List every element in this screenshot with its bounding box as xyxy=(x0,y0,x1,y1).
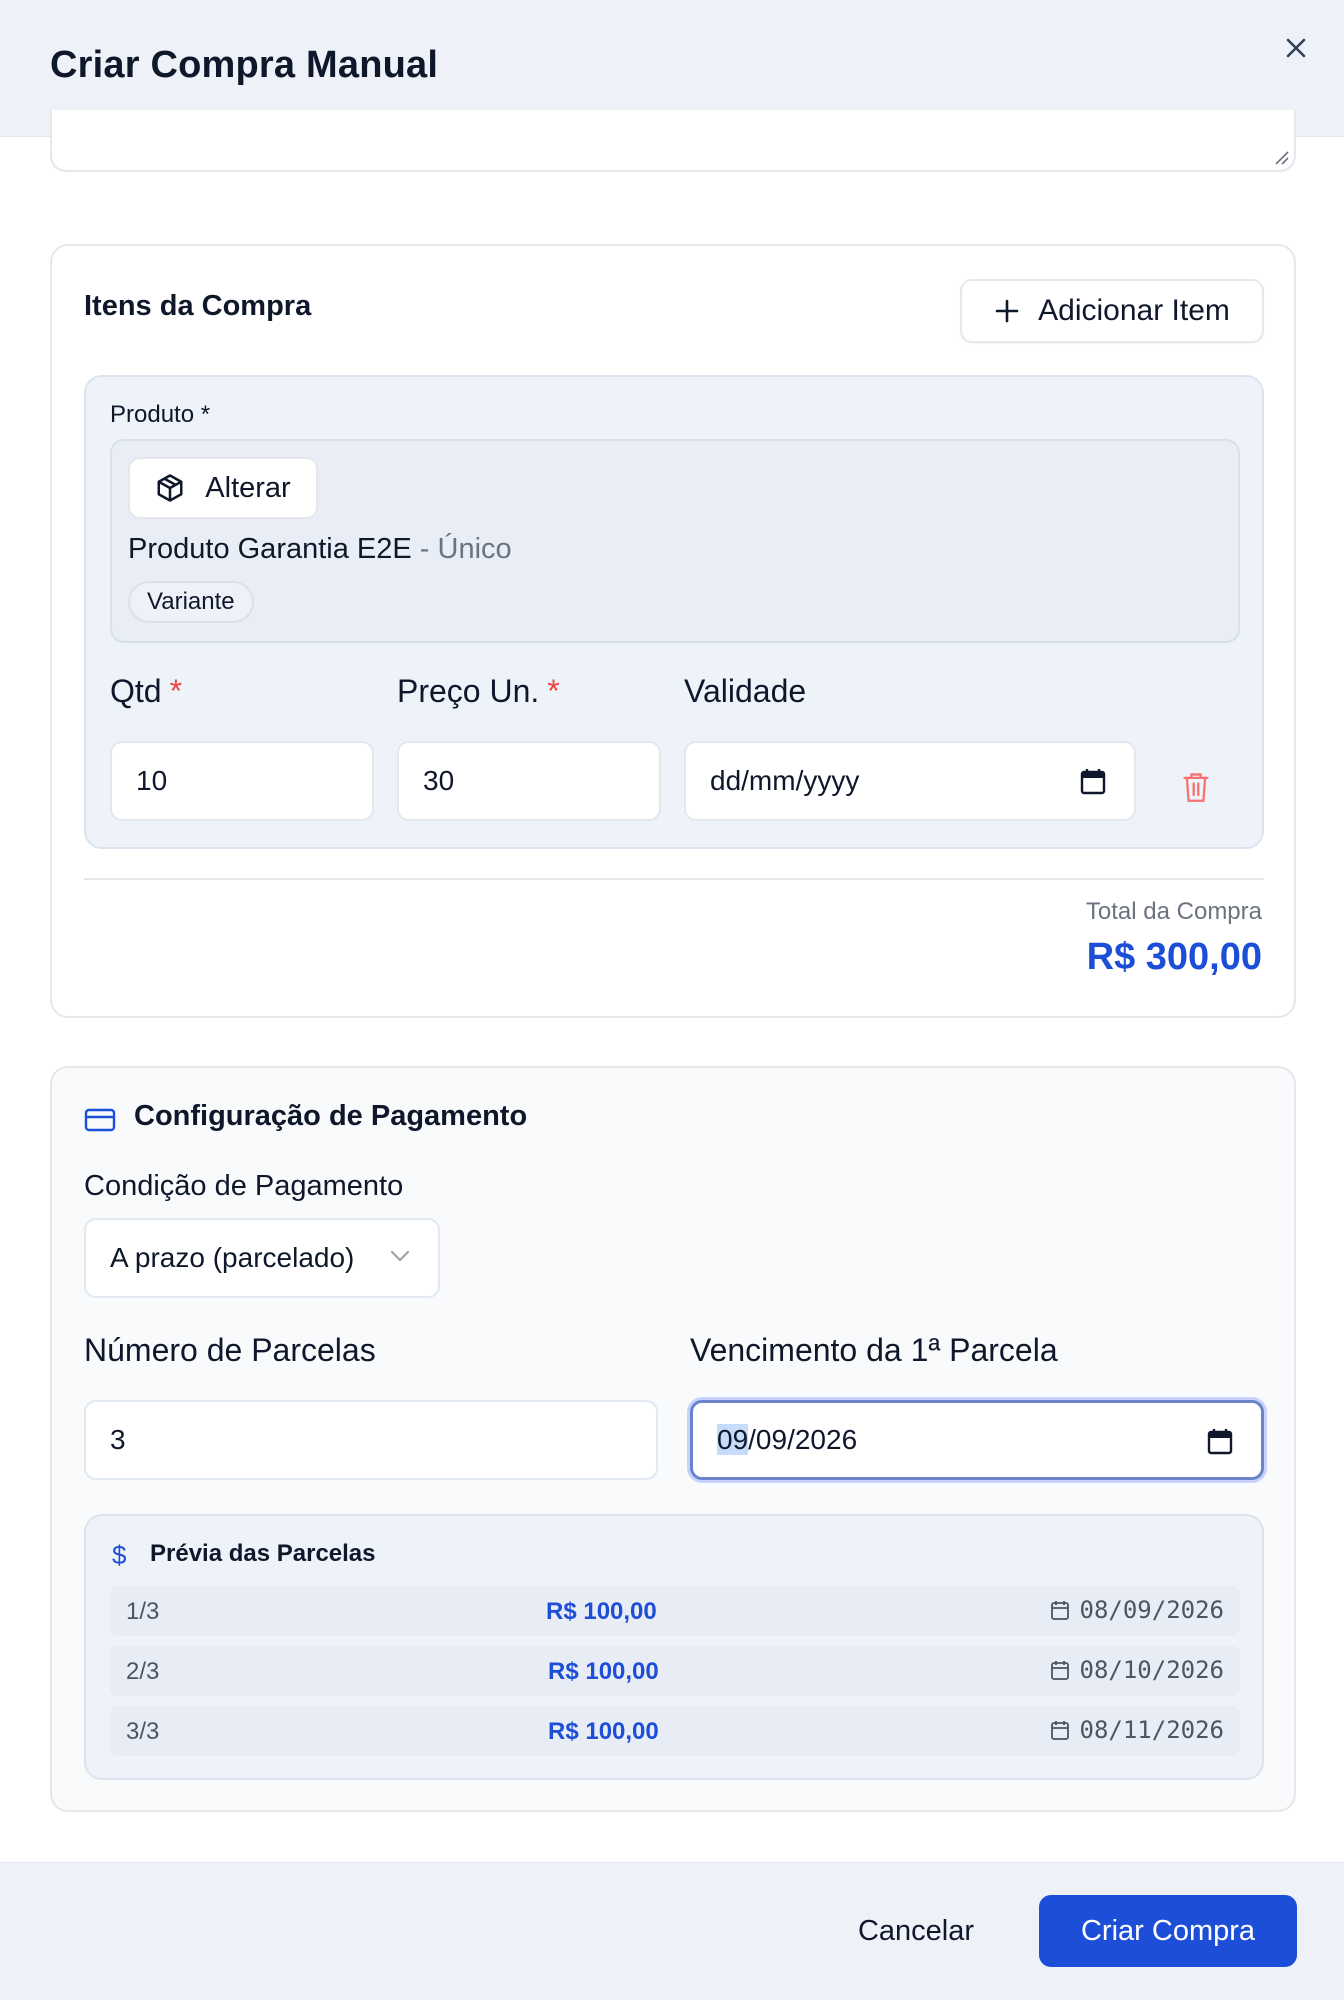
installment-value: R$ 100,00 xyxy=(548,1658,659,1685)
create-purchase-button[interactable]: Criar Compra xyxy=(1039,1895,1297,1967)
payment-card: Configuração de Pagamento Condição de Pa… xyxy=(50,1066,1296,1812)
total-label: Total da Compra xyxy=(1085,898,1262,925)
product-panel: Alterar Produto Garantia E2E - Único Var… xyxy=(110,439,1240,643)
product-name-text: Produto Garantia E2E xyxy=(128,533,412,565)
installment-number: 3/3 xyxy=(126,1718,160,1745)
total-value: R$ 300,00 xyxy=(1086,936,1262,978)
calendar-picker-icon[interactable] xyxy=(1207,1427,1233,1455)
price-label-text: Preço Un. xyxy=(397,673,540,709)
validity-label: Validade xyxy=(684,673,807,709)
chevron-down-icon xyxy=(390,1250,410,1262)
first-due-day: 09 xyxy=(717,1424,749,1455)
installment-row: 2/3 R$ 100,00 08/10/2026 xyxy=(110,1646,1240,1696)
plus-icon xyxy=(995,299,1019,323)
notes-textarea[interactable] xyxy=(50,110,1296,172)
first-due-rest: /09/2026 xyxy=(748,1424,858,1455)
resize-grip-icon[interactable] xyxy=(1272,148,1290,166)
validity-date-input[interactable]: dd/mm/yyyy xyxy=(684,741,1136,821)
variant-badge: Variante xyxy=(128,581,254,623)
installment-date-text: 08/09/2026 xyxy=(1079,1596,1225,1624)
close-button[interactable] xyxy=(1278,30,1314,66)
calendar-picker-icon[interactable] xyxy=(1080,767,1106,795)
price-label: Preço Un. * xyxy=(397,673,560,710)
package-icon xyxy=(157,474,183,502)
qty-label-text: Qtd xyxy=(110,673,162,709)
credit-card-icon xyxy=(84,1108,116,1132)
product-label: Produto * xyxy=(110,401,211,428)
condition-value: A prazo (parcelado) xyxy=(110,1242,355,1273)
divider xyxy=(84,878,1264,880)
price-input[interactable]: 30 xyxy=(397,741,661,821)
installment-value: R$ 100,00 xyxy=(546,1598,657,1625)
add-item-button[interactable]: Adicionar Item xyxy=(960,279,1264,343)
trash-icon[interactable] xyxy=(1182,771,1210,803)
installments-input[interactable]: 3 xyxy=(84,1400,658,1480)
items-card: Itens da Compra Adicionar Item Produto *… xyxy=(50,244,1296,1018)
first-due-value: 09/09/2026 xyxy=(717,1424,857,1456)
items-title: Itens da Compra xyxy=(84,290,312,322)
installments-label: Número de Parcelas xyxy=(84,1332,376,1368)
required-mark: * xyxy=(547,673,560,709)
condition-select[interactable]: A prazo (parcelado) xyxy=(84,1218,440,1298)
first-due-date-input[interactable]: 09/09/2026 xyxy=(690,1400,1264,1480)
installment-number: 2/3 xyxy=(126,1658,160,1685)
calendar-icon xyxy=(1050,1721,1069,1740)
add-item-label: Adicionar Item xyxy=(1038,294,1230,327)
payment-title: Configuração de Pagamento xyxy=(134,1100,528,1132)
required-mark: * xyxy=(169,673,183,709)
installment-date-text: 08/10/2026 xyxy=(1079,1656,1225,1684)
change-product-button[interactable]: Alterar xyxy=(128,457,318,519)
preview-title: Prévia das Parcelas xyxy=(150,1540,376,1567)
installment-row: 3/3 R$ 100,00 08/11/2026 xyxy=(110,1706,1240,1756)
validity-placeholder: dd/mm/yyyy xyxy=(710,765,860,796)
installment-date: 08/09/2026 xyxy=(1050,1596,1225,1624)
cancel-button[interactable]: Cancelar xyxy=(826,1895,1006,1967)
change-product-label: Alterar xyxy=(205,471,291,504)
close-icon xyxy=(1286,38,1306,58)
qty-label: Qtd * xyxy=(110,673,182,710)
condition-label: Condição de Pagamento xyxy=(84,1170,404,1202)
modal-footer: Cancelar Criar Compra xyxy=(0,1862,1344,2000)
first-due-label: Vencimento da 1ª Parcela xyxy=(690,1332,1058,1368)
qty-input[interactable]: 10 xyxy=(110,741,374,821)
installment-date: 08/10/2026 xyxy=(1050,1656,1225,1684)
installments-preview: $ Prévia das Parcelas 1/3 R$ 100,00 08/0… xyxy=(84,1514,1264,1780)
installment-date: 08/11/2026 xyxy=(1050,1716,1225,1744)
product-name: Produto Garantia E2E - Único xyxy=(128,533,512,566)
dollar-icon: $ xyxy=(112,1540,127,1570)
create-purchase-modal: Criar Compra Manual Itens da Compra Adic… xyxy=(0,0,1344,2000)
installment-number: 1/3 xyxy=(126,1598,160,1625)
calendar-icon xyxy=(1050,1661,1069,1680)
product-type: - Único xyxy=(411,533,512,565)
modal-title: Criar Compra Manual xyxy=(50,44,439,86)
item-row: Produto * Alterar Produto Garantia E2E -… xyxy=(84,375,1264,849)
calendar-icon xyxy=(1050,1601,1069,1620)
installment-row: 1/3 R$ 100,00 08/09/2026 xyxy=(110,1586,1240,1636)
installment-date-text: 08/11/2026 xyxy=(1079,1716,1225,1744)
installment-value: R$ 100,00 xyxy=(548,1718,659,1745)
